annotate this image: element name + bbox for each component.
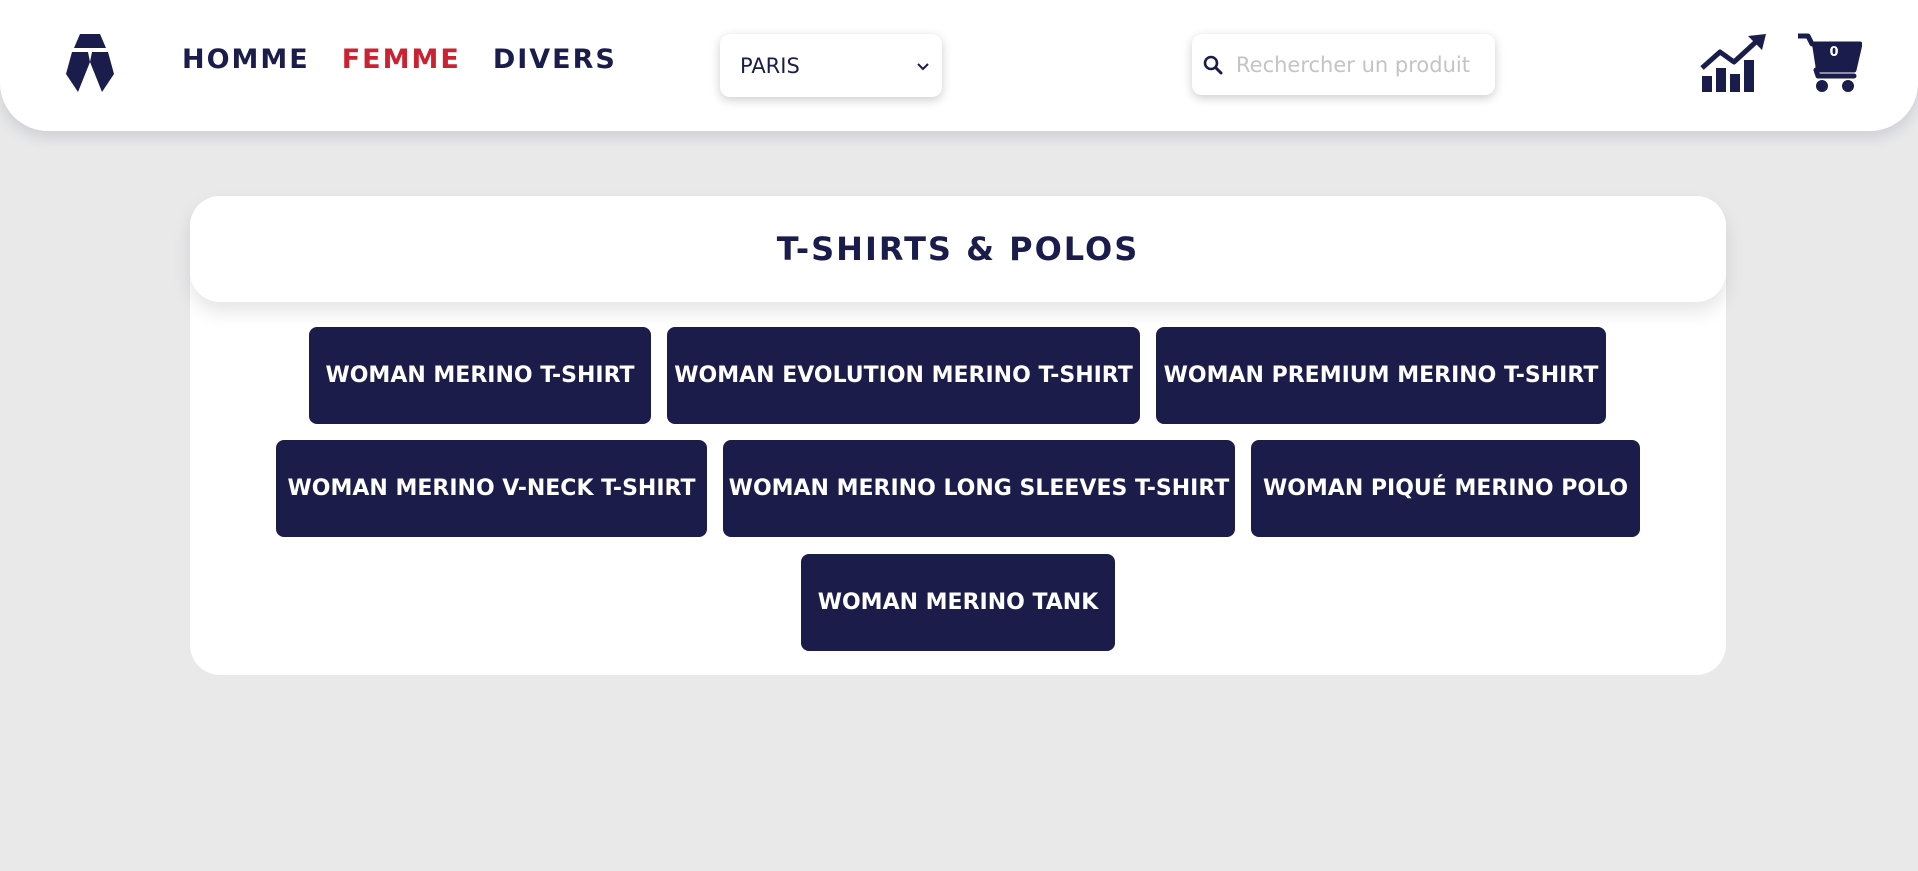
city-select-value: PARIS (740, 53, 800, 78)
cart-icon[interactable] (1798, 32, 1862, 94)
search-input[interactable] (1234, 51, 1478, 78)
category-header: T-SHIRTS & POLOS (190, 196, 1726, 302)
product-button-woman-pique-merino-polo[interactable]: WOMAN PIQUÉ MERINO POLO (1251, 440, 1640, 537)
main-nav: HOMME FEMME DIVERS (182, 44, 617, 75)
product-button-woman-merino-t-shirt[interactable]: WOMAN MERINO T-SHIRT (309, 327, 651, 424)
stats-chart-icon[interactable] (1700, 34, 1766, 92)
product-button-woman-premium-merino-t-shirt[interactable]: WOMAN PREMIUM MERINO T-SHIRT (1156, 327, 1606, 424)
logo-icon[interactable] (66, 32, 114, 94)
search-box (1192, 34, 1495, 95)
search-icon[interactable] (1202, 54, 1224, 76)
product-button-woman-evolution-merino-t-shirt[interactable]: WOMAN EVOLUTION MERINO T-SHIRT (667, 327, 1140, 424)
product-button-woman-merino-tank[interactable]: WOMAN MERINO TANK (801, 554, 1115, 651)
product-button-woman-merino-long-sleeves-t-shirt[interactable]: WOMAN MERINO LONG SLEEVES T-SHIRT (723, 440, 1235, 537)
nav-item-homme[interactable]: HOMME (182, 44, 310, 75)
cart-count-badge: 0 (1829, 45, 1839, 60)
chevron-down-icon (917, 62, 929, 70)
category-title: T-SHIRTS & POLOS (776, 230, 1140, 268)
nav-item-divers[interactable]: DIVERS (493, 44, 617, 75)
city-select[interactable]: PARIS (720, 34, 942, 97)
product-button-woman-merino-v-neck-t-shirt[interactable]: WOMAN MERINO V-NECK T-SHIRT (276, 440, 707, 537)
nav-item-femme[interactable]: FEMME (342, 44, 461, 75)
